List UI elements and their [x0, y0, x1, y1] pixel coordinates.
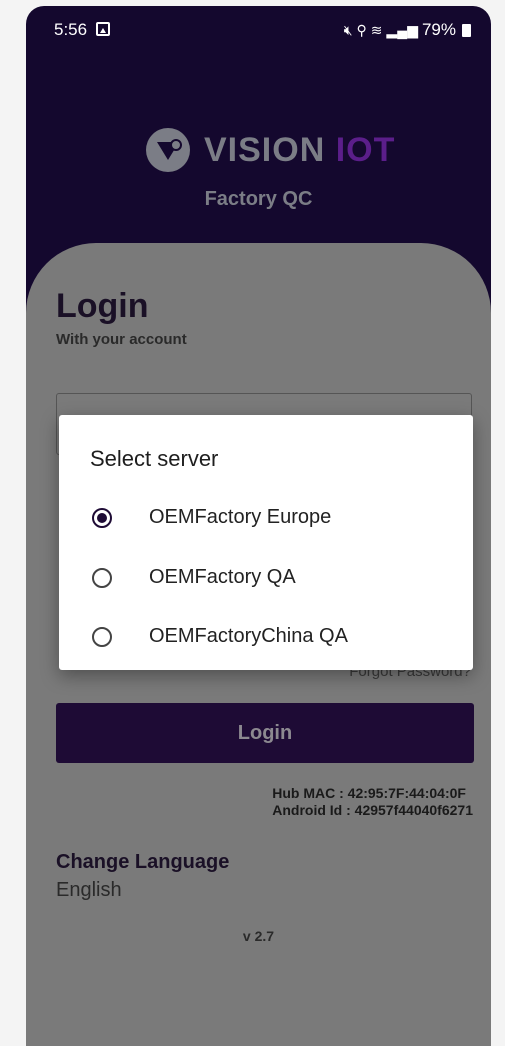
battery-percent: 79% — [421, 20, 456, 39]
login-button[interactable]: Login — [56, 703, 474, 763]
server-option-china-qa[interactable]: OEMFactoryChina QA — [59, 608, 473, 666]
device-info: Hub MAC : 42:95:7F:44:04:0F Android Id :… — [272, 785, 473, 819]
mute-icon: 🔇︎ — [343, 21, 353, 38]
server-option-qa[interactable]: OEMFactory QA — [59, 549, 473, 607]
server-option-label: OEMFactory Europe — [149, 506, 332, 528]
server-option-europe[interactable]: OEMFactory Europe — [59, 489, 473, 547]
vision-logo-icon — [146, 128, 190, 172]
logo-word-vision: VISION — [204, 130, 326, 169]
app-version: v 2.7 — [242, 928, 275, 944]
status-bar: 5:56 🔇︎ ⚲ ≋ ▂▄▆ 79% — [26, 6, 491, 58]
status-time: 5:56 — [54, 20, 88, 39]
radio-selected-icon[interactable] — [92, 508, 112, 528]
app-logo: VISION IOT — [146, 128, 395, 172]
login-title: Login — [56, 287, 149, 325]
server-option-label: OEMFactory QA — [149, 566, 296, 588]
image-notification-icon — [96, 22, 110, 36]
radio-unselected-icon[interactable] — [92, 627, 112, 647]
app-subtitle: Factory QC — [204, 188, 313, 210]
hub-mac-text: Hub MAC : 42:95:7F:44:04:0F — [272, 785, 466, 801]
status-icons: 🔇︎ ⚲ ≋ ▂▄▆ 79% — [344, 20, 471, 40]
battery-icon — [462, 23, 471, 37]
change-language-label[interactable]: Change Language — [56, 851, 229, 874]
dialog-title: Select server — [90, 446, 219, 471]
signal-icon: ▂▄▆ — [386, 21, 418, 38]
android-id-text: Android Id : 42957f44040f6271 — [272, 802, 473, 818]
logo-text: VISION IOT — [204, 131, 395, 170]
server-option-label: OEMFactoryChina QA — [149, 625, 348, 647]
location-icon: ⚲ — [356, 21, 367, 38]
phone-screen: 5:56 🔇︎ ⚲ ≋ ▂▄▆ 79% VISION IOT Factory Q… — [26, 6, 491, 1046]
login-subtitle: With your account — [56, 331, 187, 348]
wifi-icon: ≋ — [370, 21, 383, 38]
radio-unselected-icon[interactable] — [92, 568, 112, 588]
select-server-dialog: Select server OEMFactory Europe OEMFacto… — [59, 415, 473, 670]
logo-word-iot: IOT — [335, 130, 396, 169]
language-value[interactable]: English — [56, 879, 122, 902]
